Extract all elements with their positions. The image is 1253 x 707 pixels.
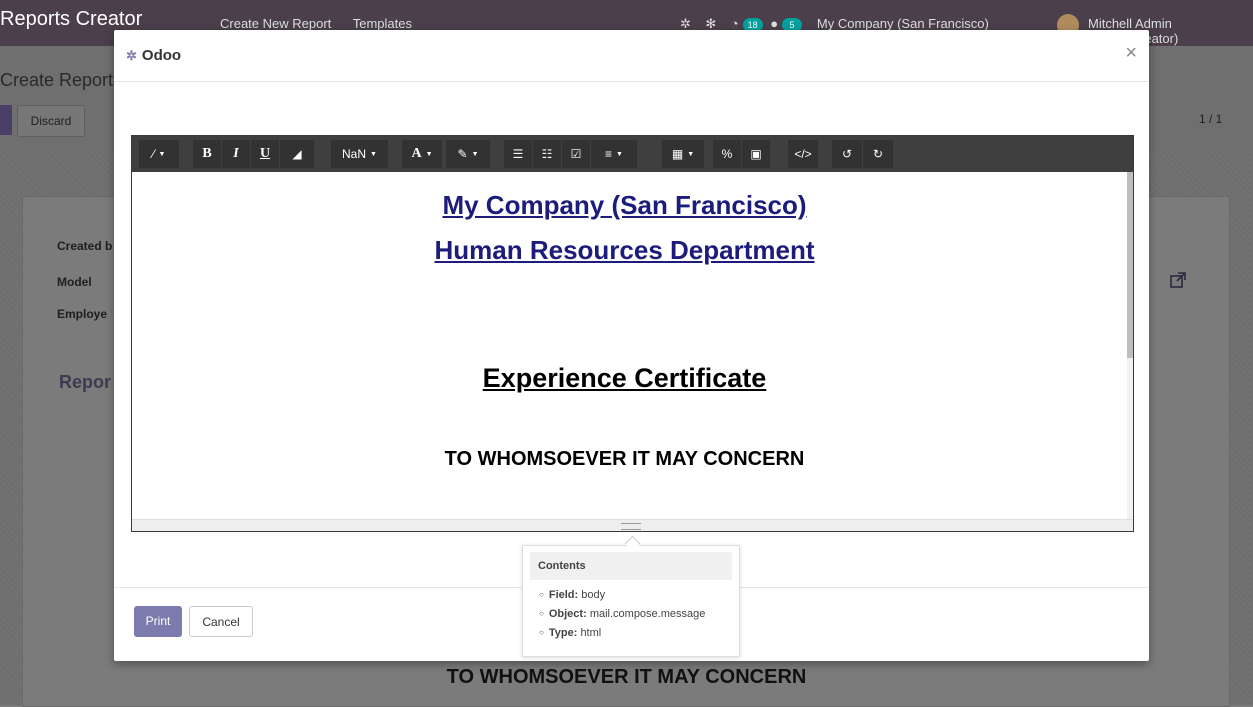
modal-title-text: Odoo [141, 47, 182, 64]
font-color-label: A [411, 146, 422, 162]
company-switcher[interactable]: My Company (San Francisco) [817, 16, 989, 31]
field-tooltip: Contents Field: body Object: mail.compos… [522, 535, 740, 657]
editor-scrollbar[interactable] [1127, 172, 1133, 520]
font-color-dropdown[interactable]: A ▼ [402, 140, 442, 168]
field-label-created: Created b [57, 239, 113, 253]
magic-wand-icon[interactable]: ⁄ ▼ [139, 140, 179, 168]
code-view-icon[interactable]: </> [788, 140, 818, 168]
underline-button[interactable]: U [251, 140, 279, 168]
ordered-list-icon[interactable]: ☷ [533, 140, 561, 168]
editor-content[interactable]: My Company (San Francisco) Human Resourc… [132, 172, 1127, 520]
certificate-heading: Experience Certificate [482, 363, 767, 393]
bug-icon[interactable]: ✲ [680, 16, 691, 31]
close-icon[interactable]: × [1125, 42, 1137, 65]
settings-icon[interactable]: ✻ [705, 16, 716, 31]
field-label-model: Model [57, 275, 92, 289]
pager[interactable]: 1 / 1 [1199, 112, 1222, 126]
app-title[interactable]: Reports Creator [0, 8, 142, 31]
eraser-icon[interactable]: ◢ [280, 140, 314, 168]
font-size-value: NaN [342, 147, 367, 161]
company-heading: My Company (San Francisco) [442, 190, 807, 220]
link-icon[interactable]: % [713, 140, 741, 168]
concern-heading: TO WHOMSOEVER IT MAY CONCERN [444, 448, 805, 470]
resize-grip-icon [621, 523, 641, 530]
font-size-dropdown[interactable]: NaN ▼ [331, 140, 388, 168]
field-label-employee: Employe [57, 307, 108, 321]
section-title: Repor [59, 372, 112, 392]
tooltip-list: Field: body Object: mail.compose.message… [539, 586, 706, 643]
department-heading: Human Resources Department [434, 235, 815, 265]
modal-header: ✲ Odoo × [114, 30, 1149, 82]
messages-icon[interactable]: ◔ 18 [731, 16, 767, 32]
brush-icon[interactable]: ✎ ▼ [446, 140, 490, 168]
checklist-icon[interactable]: ☑ [562, 140, 590, 168]
paragraph-align-dropdown[interactable]: ≡ ▼ [591, 140, 637, 168]
discard-button[interactable]: Discard [17, 105, 85, 137]
redo-icon[interactable]: ↻ [863, 140, 893, 168]
tooltip-item: Field: body [539, 586, 705, 605]
resize-handle[interactable] [132, 519, 1133, 531]
html-editor[interactable]: ⁄ ▼ B I U ◢ NaN ▼ A ▼ ✎ ▼ ☰ ☷ ☑ ≡ ▼ ▦ ▼ % ▣ </… [131, 135, 1134, 532]
bold-button[interactable]: B [193, 140, 221, 168]
unordered-list-icon[interactable]: ☰ [504, 140, 532, 168]
cancel-button[interactable]: Cancel [189, 606, 253, 637]
scrollbar-thumb[interactable] [1127, 172, 1133, 358]
print-button[interactable]: Print [134, 606, 182, 637]
main-menu: Create New Report Templates [220, 16, 412, 31]
table-icon[interactable]: ▦ ▼ [662, 140, 704, 168]
menu-create-new-report[interactable]: Create New Report [220, 16, 331, 31]
bug-icon: ✲ [126, 48, 137, 63]
tooltip-item: Object: mail.compose.message [539, 605, 706, 624]
tooltip-title: Contents [530, 552, 732, 580]
tooltip-item: Type: html [539, 624, 705, 643]
background-concern-text: TO WHOMSOEVER IT MAY CONCERN [446, 666, 807, 688]
save-button[interactable] [0, 105, 12, 135]
modal-title: ✲ Odoo [126, 47, 181, 64]
editor-toolbar: ⁄ ▼ B I U ◢ NaN ▼ A ▼ ✎ ▼ ☰ ☷ ☑ ≡ ▼ ▦ ▼ % ▣ </… [132, 136, 1133, 172]
italic-button[interactable]: I [222, 140, 250, 168]
image-icon[interactable]: ▣ [742, 140, 770, 168]
undo-icon[interactable]: ↺ [832, 140, 862, 168]
external-link-icon[interactable] [1170, 272, 1186, 288]
activity-icon[interactable]: ● 5 [770, 16, 806, 32]
menu-templates[interactable]: Templates [353, 16, 412, 31]
